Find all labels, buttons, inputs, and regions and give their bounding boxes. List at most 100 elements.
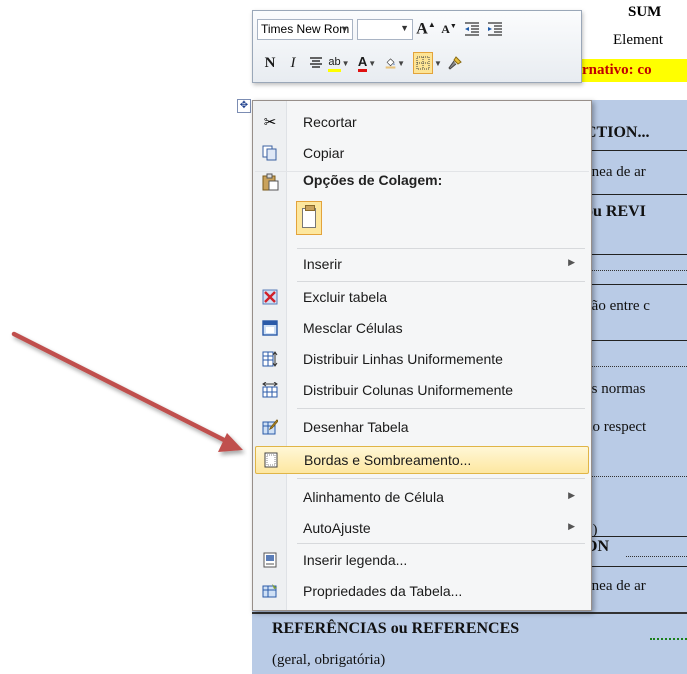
menu-item-label: Inserir legenda...: [303, 552, 408, 568]
menu-separator: [297, 281, 585, 282]
menu-item-insert[interactable]: Inserir ▶: [255, 251, 589, 279]
menu-separator: [297, 408, 585, 409]
table-row-border: [586, 150, 687, 151]
mini-toolbar-row-1: Times New Rom ▼ ▼ A▲ A▼: [257, 17, 505, 41]
scissors-icon: ✂: [263, 114, 277, 131]
chevron-down-icon[interactable]: ▼: [400, 23, 409, 33]
copy-icon: [261, 145, 279, 163]
chevron-down-icon[interactable]: ▼: [368, 59, 376, 68]
menu-item-label: Alinhamento de Célula: [303, 489, 444, 505]
menu-item-label: Copiar: [303, 145, 345, 161]
menu-item-label: Propriedades da Tabela...: [303, 583, 463, 599]
font-name-combobox[interactable]: Times New Rom ▼: [257, 18, 353, 40]
table-row-text: ou REVI: [585, 203, 646, 220]
shrink-font-icon: A▼: [441, 21, 457, 36]
context-menu: ✂ Recortar Copiar Opções de Colagem: Ins…: [252, 100, 592, 611]
clipboard-clip-icon: [305, 205, 315, 211]
menu-item-merge-cells[interactable]: Mesclar Células: [255, 315, 589, 343]
table-dotted-leader: [586, 270, 687, 271]
format-painter-button[interactable]: [445, 52, 465, 74]
borders-grid-icon: [416, 56, 430, 70]
font-color-button[interactable]: A ▼: [357, 52, 377, 74]
table-row-text: ânea de ar: [585, 164, 646, 180]
menu-item-label: Desenhar Tabela: [303, 419, 409, 435]
table-row-text: ânea de ar: [585, 578, 646, 594]
table-dotted-leader: [586, 366, 687, 367]
table-row-border: [586, 340, 687, 341]
table-dotted-leader: [626, 556, 687, 557]
paint-bucket-icon: [385, 58, 396, 69]
references-title: REFERÊNCIAS ou REFERENCES: [272, 620, 520, 637]
table-move-handle-icon[interactable]: ✥: [237, 99, 251, 113]
table-row-text: no respect: [585, 419, 647, 435]
shading-button[interactable]: ▼: [385, 52, 405, 74]
grow-font-button[interactable]: A▲: [416, 18, 436, 40]
shrink-font-button[interactable]: A▼: [439, 18, 459, 40]
menu-separator: [297, 478, 585, 479]
menu-item-copy[interactable]: Copiar: [255, 140, 589, 168]
menu-item-distribute-columns[interactable]: Distribuir Colunas Uniformemente: [255, 377, 589, 405]
table-row-border: [586, 566, 687, 567]
menu-item-draw-table[interactable]: Desenhar Tabela: [255, 414, 589, 442]
menu-item-label: Bordas e Sombreamento...: [304, 452, 472, 468]
menu-item-table-properties[interactable]: Propriedades da Tabela...: [255, 578, 589, 606]
draw-table-pencil-icon: [261, 419, 279, 437]
table-row-text: CTION...: [585, 124, 650, 141]
highlight-color-button[interactable]: ab ▼: [328, 52, 350, 74]
italic-button[interactable]: I: [283, 52, 303, 74]
chevron-down-icon[interactable]: ▼: [342, 59, 350, 68]
center-align-button[interactable]: [306, 52, 326, 74]
table-properties-icon: [261, 583, 279, 601]
references-subtitle: (geral, obrigatória): [272, 652, 386, 668]
menu-item-insert-caption[interactable]: Inserir legenda...: [255, 547, 589, 575]
submenu-arrow-icon: ▶: [568, 490, 575, 500]
delete-table-icon: [261, 289, 279, 307]
insert-caption-icon: [261, 552, 279, 570]
decrease-indent-button[interactable]: [462, 18, 482, 40]
paste-icon: [261, 173, 279, 191]
chevron-down-icon[interactable]: ▼: [397, 59, 405, 68]
distribute-rows-icon: [261, 351, 279, 369]
table-row-border: [586, 536, 687, 537]
menu-item-autofit[interactable]: AutoAjuste ▶: [255, 515, 589, 543]
center-align-icon: [310, 57, 322, 68]
menu-item-delete-table[interactable]: Excluir tabela: [255, 284, 589, 312]
submenu-arrow-icon: ▶: [568, 257, 575, 267]
menu-item-label: Distribuir Linhas Uniformemente: [303, 351, 503, 367]
merge-cells-icon: [261, 320, 279, 338]
menu-item-cut[interactable]: ✂ Recortar: [255, 109, 589, 137]
font-name-value: Times New Rom: [261, 21, 350, 36]
menu-item-label: Inserir: [303, 256, 342, 272]
menu-item-label: Recortar: [303, 114, 357, 130]
menu-separator: [297, 248, 585, 249]
menu-item-distribute-rows[interactable]: Distribuir Linhas Uniformemente: [255, 346, 589, 374]
document-highlighted-line: rnativo: co: [582, 59, 687, 82]
references-leader: [650, 638, 687, 640]
grow-font-icon: A▲: [416, 19, 436, 38]
mini-toolbar-row-2: N I ab ▼ A ▼ ▼ ▼: [257, 51, 465, 75]
menu-item-cell-alignment[interactable]: Alinhamento de Célula ▶: [255, 484, 589, 512]
borders-button[interactable]: [413, 52, 433, 74]
format-painter-icon: [448, 56, 462, 70]
bold-button[interactable]: N: [260, 52, 280, 74]
font-size-combobox[interactable]: ▼: [357, 18, 413, 40]
chevron-down-icon[interactable]: ▼: [434, 59, 442, 68]
document-heading: SUM: [628, 4, 662, 20]
distribute-columns-icon: [261, 381, 279, 400]
table-row-text: as normas: [585, 381, 646, 397]
decrease-indent-icon: [465, 22, 479, 36]
increase-indent-icon: [488, 22, 502, 36]
document-subheading: Element: [613, 32, 663, 48]
table-row-border: [586, 194, 687, 195]
highlighter-icon: ab: [328, 55, 341, 72]
menu-separator: [297, 543, 585, 544]
increase-indent-button[interactable]: [485, 18, 505, 40]
paste-keep-formatting-button[interactable]: [296, 201, 322, 235]
table-row-border: [586, 254, 687, 255]
menu-item-label: Excluir tabela: [303, 289, 388, 305]
menu-item-borders-shading[interactable]: Bordas e Sombreamento...: [255, 446, 589, 474]
chevron-down-icon[interactable]: ▼: [340, 20, 349, 39]
menu-item-label: AutoAjuste: [303, 520, 371, 536]
borders-shading-page-icon: [262, 452, 280, 470]
table-row-border: [586, 284, 687, 285]
